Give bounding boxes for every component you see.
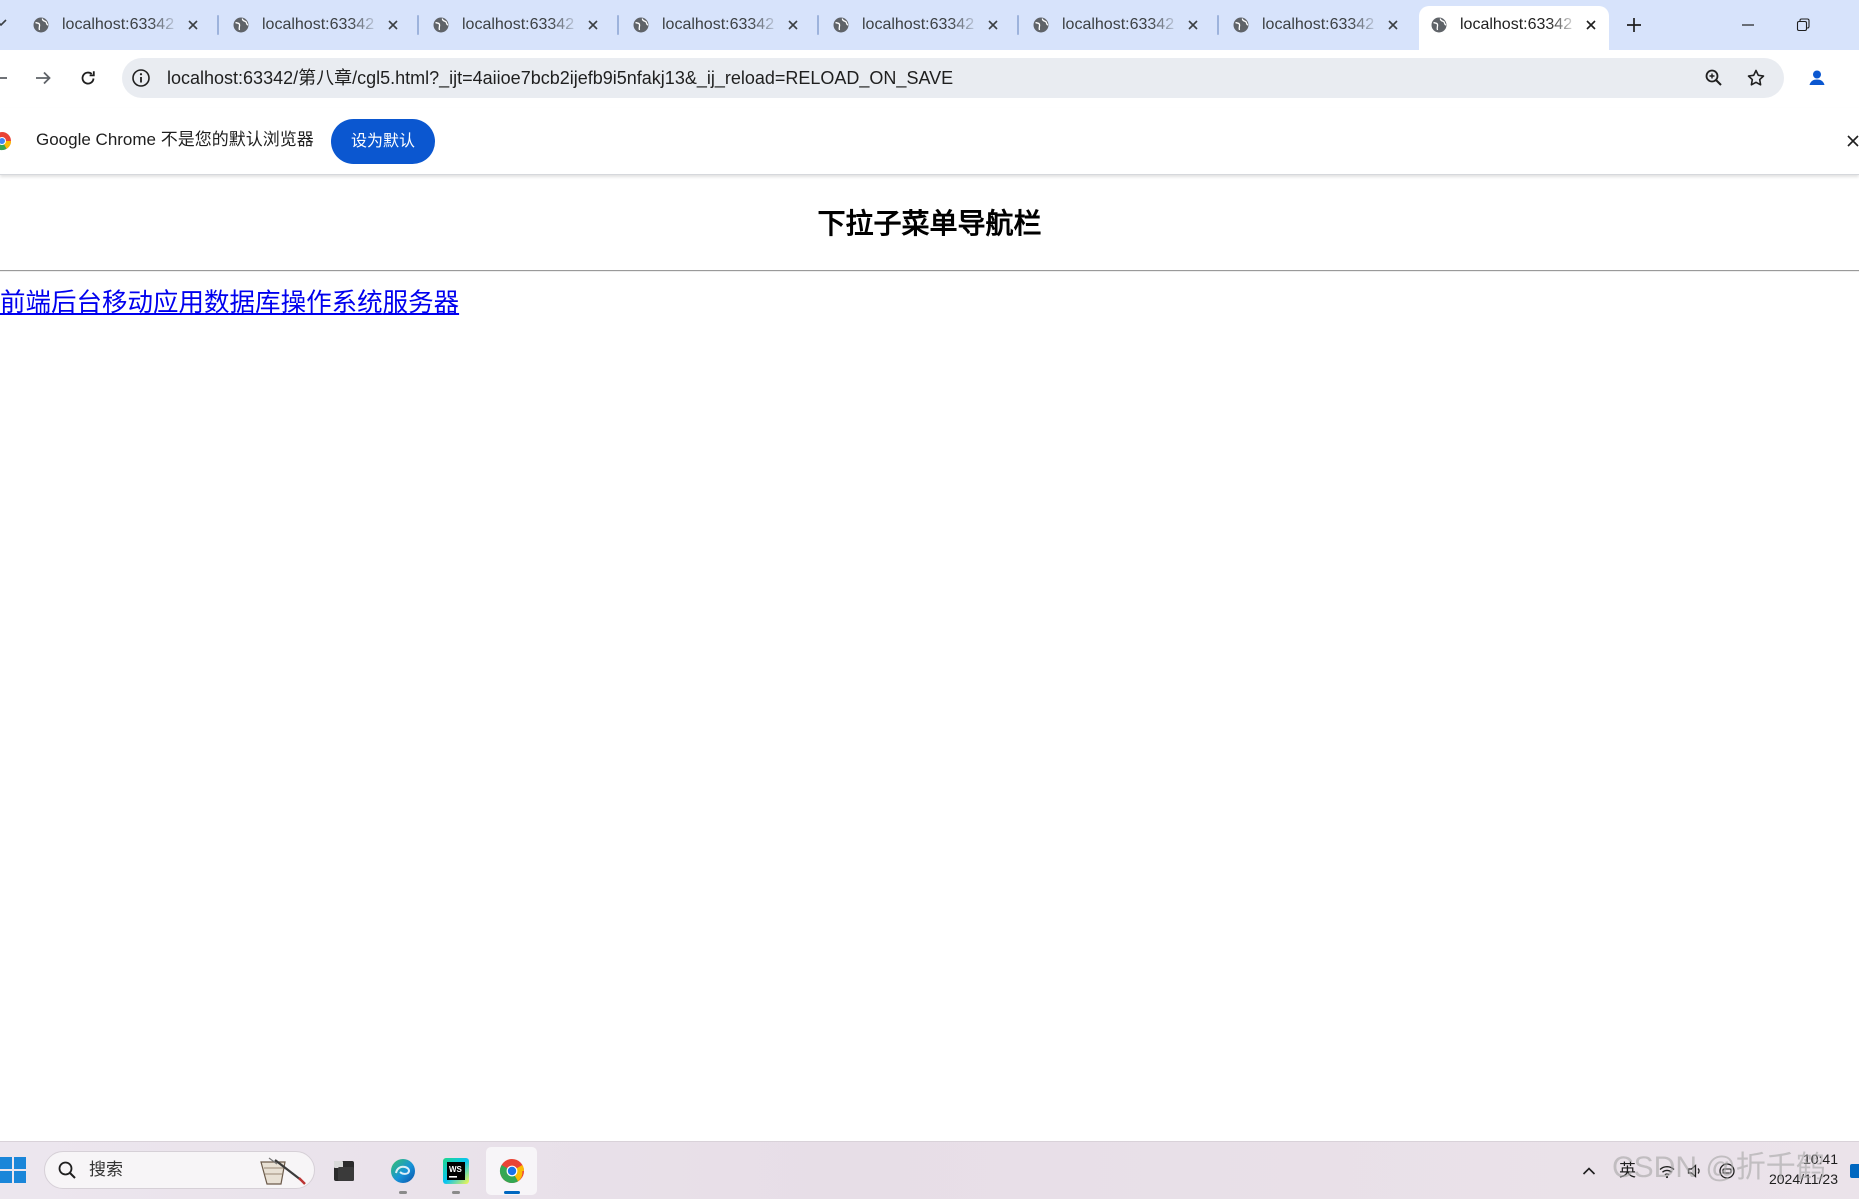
globe-icon xyxy=(433,17,449,33)
forward-arrow-icon[interactable] xyxy=(33,68,53,88)
chrome-logo-icon xyxy=(0,130,12,152)
tab-title: localhost:63342 xyxy=(262,16,375,33)
toolbar: localhost:63342/第八章/cgl5.html?_ijt=4aiio… xyxy=(0,50,1859,108)
profile-icon[interactable] xyxy=(1805,66,1829,90)
nav-link[interactable]: 服务器 xyxy=(383,289,460,317)
plus-icon[interactable] xyxy=(1625,16,1643,34)
watermark: CSDN @折千鹤 xyxy=(1612,1151,1826,1184)
tab-title: localhost:63342 xyxy=(662,16,775,33)
minimize-icon[interactable] xyxy=(1740,17,1756,33)
tab-title: localhost:63342 xyxy=(862,16,975,33)
running-indicator xyxy=(452,1191,460,1194)
info-icon[interactable] xyxy=(131,68,151,88)
tab-separator xyxy=(1017,15,1019,35)
tab-separator xyxy=(817,15,819,35)
nav-link[interactable]: 前端 xyxy=(0,289,51,317)
close-icon[interactable] xyxy=(1584,18,1598,32)
tab-title: localhost:63342 xyxy=(462,16,575,33)
edge-icon[interactable] xyxy=(390,1158,416,1184)
address-bar[interactable]: localhost:63342/第八章/cgl5.html?_ijt=4aiio… xyxy=(122,58,1784,98)
nav-link[interactable]: 操作系统 xyxy=(281,289,383,317)
active-indicator xyxy=(504,1191,520,1194)
tab[interactable]: localhost:63342 xyxy=(621,6,811,50)
close-icon[interactable] xyxy=(986,18,1000,32)
close-icon[interactable] xyxy=(786,18,800,32)
globe-icon xyxy=(1431,17,1447,33)
task-view-icon[interactable] xyxy=(331,1158,357,1184)
windows-start-icon[interactable] xyxy=(0,1157,26,1183)
tab-separator xyxy=(217,15,219,35)
url-text[interactable]: localhost:63342/第八章/cgl5.html?_ijt=4aiio… xyxy=(167,58,953,98)
tab-active[interactable]: localhost:63342 xyxy=(1419,6,1609,50)
taskbar-search[interactable]: 搜索 xyxy=(44,1151,315,1189)
tab-title: localhost:63342 xyxy=(1062,16,1175,33)
globe-icon xyxy=(633,17,649,33)
tab-title: localhost:63342 xyxy=(62,16,175,33)
close-icon[interactable] xyxy=(1186,18,1200,32)
star-icon[interactable] xyxy=(1746,68,1766,88)
nav-link[interactable]: 移动应用 xyxy=(102,289,204,317)
tab-title: localhost:63342 xyxy=(1262,16,1375,33)
nav-menu: 前端后台移动应用数据库操作系统服务器 xyxy=(0,285,459,321)
page-title: 下拉子菜单导航栏 xyxy=(817,208,1042,239)
close-icon[interactable] xyxy=(1386,18,1400,32)
chrome-icon[interactable] xyxy=(499,1158,525,1184)
tab-title: localhost:63342 xyxy=(1460,16,1573,33)
globe-icon xyxy=(233,17,249,33)
search-highlight-illustration xyxy=(255,1154,307,1186)
infobar-message: Google Chrome 不是您的默认浏览器 xyxy=(36,130,314,149)
search-icon xyxy=(57,1160,77,1180)
close-icon[interactable] xyxy=(386,18,400,32)
tab-separator xyxy=(1217,15,1219,35)
tab-separator xyxy=(617,15,619,35)
tab[interactable]: localhost:63342 xyxy=(221,6,411,50)
globe-icon xyxy=(1033,17,1049,33)
reload-icon[interactable] xyxy=(78,68,98,88)
notification-badge[interactable] xyxy=(1850,1164,1859,1178)
tab[interactable]: localhost:63342 xyxy=(1021,6,1211,50)
set-default-button[interactable]: 设为默认 xyxy=(331,119,435,164)
chevron-up-icon[interactable] xyxy=(1580,1162,1598,1180)
tab[interactable]: localhost:63342 xyxy=(821,6,1011,50)
tab[interactable]: localhost:63342 xyxy=(1221,6,1411,50)
nav-link[interactable]: 数据库 xyxy=(204,289,281,317)
taskbar: 搜索 WS 英 10:41 2024/11/23 xyxy=(0,1141,1859,1199)
close-icon[interactable] xyxy=(586,18,600,32)
tab[interactable]: localhost:63342 xyxy=(21,6,211,50)
divider xyxy=(0,270,1859,272)
tab-separator xyxy=(417,15,419,35)
nav-link[interactable]: 后台 xyxy=(51,289,102,317)
tab-list-icon[interactable] xyxy=(0,15,8,31)
globe-icon xyxy=(33,17,49,33)
running-indicator xyxy=(399,1191,407,1194)
zoom-icon[interactable] xyxy=(1704,68,1724,88)
close-icon[interactable] xyxy=(1846,134,1859,148)
restore-icon[interactable] xyxy=(1795,17,1811,33)
globe-icon xyxy=(833,17,849,33)
close-icon[interactable] xyxy=(186,18,200,32)
webstorm-icon[interactable]: WS xyxy=(443,1158,469,1184)
tab[interactable]: localhost:63342 xyxy=(421,6,611,50)
globe-icon xyxy=(1233,17,1249,33)
webstorm-logo-text: WS xyxy=(449,1165,463,1174)
tab-strip: localhost:63342 localhost:63342 localhos… xyxy=(0,0,1859,50)
default-browser-infobar: Google Chrome 不是您的默认浏览器 设为默认 xyxy=(0,108,1859,175)
back-arrow-icon[interactable] xyxy=(0,68,8,88)
search-placeholder: 搜索 xyxy=(89,1160,123,1179)
